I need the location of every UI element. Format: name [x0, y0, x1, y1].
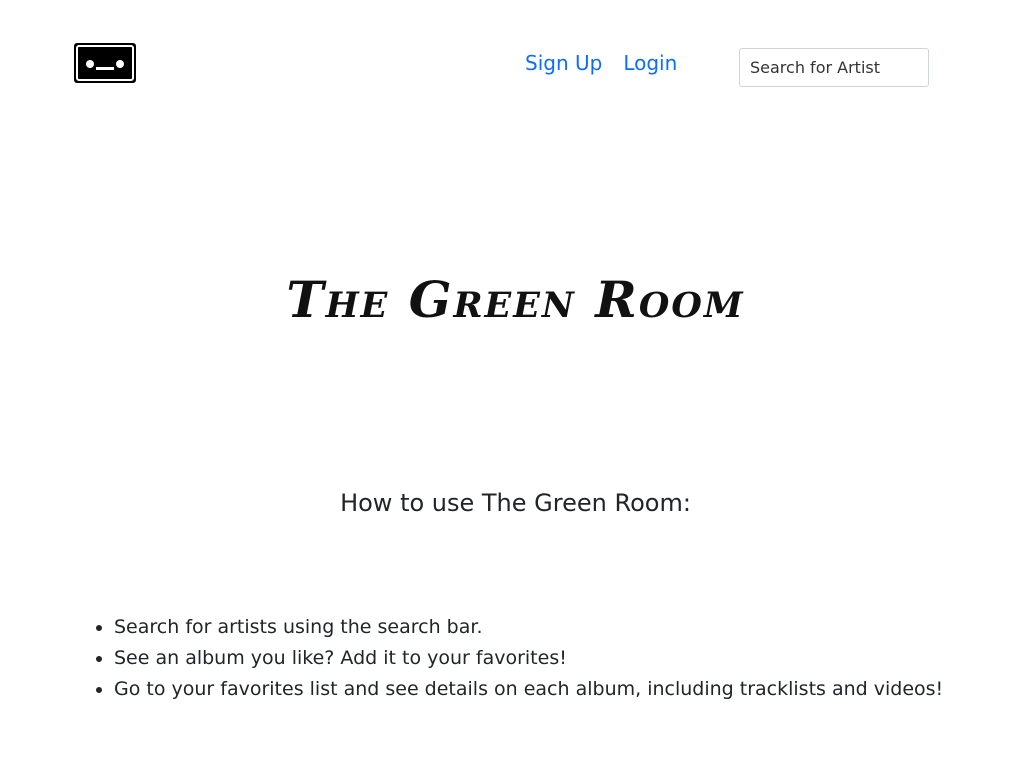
site-title: The Green Room	[286, 270, 745, 329]
list-item: Go to your favorites list and see detail…	[114, 674, 943, 705]
page: Sign Up Login The Green Room How to use …	[0, 0, 1031, 765]
how-to-heading: How to use The Green Room:	[340, 489, 691, 517]
cassette-tape-icon	[74, 43, 136, 83]
sign-up-link[interactable]: Sign Up	[525, 48, 602, 78]
login-link[interactable]: Login	[623, 48, 677, 78]
how-to-steps-list: Search for artists using the search bar.…	[74, 612, 943, 705]
home-logo-link[interactable]	[74, 43, 136, 83]
list-item: Search for artists using the search bar.	[114, 612, 943, 643]
list-item: See an album you like? Add it to your fa…	[114, 643, 943, 674]
artist-search-input[interactable]	[739, 48, 929, 87]
nav-links: Sign Up Login	[525, 48, 677, 78]
